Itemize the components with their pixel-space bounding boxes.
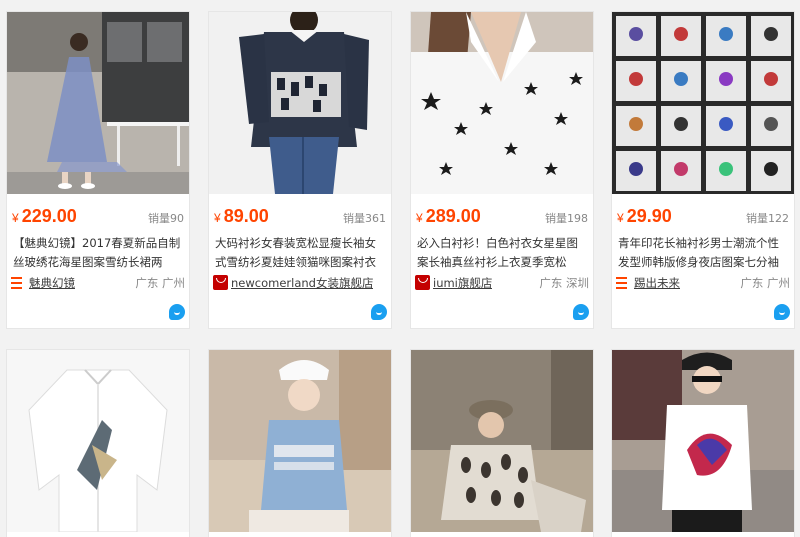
product-image-7[interactable] xyxy=(411,350,593,532)
shop-link[interactable]: iumi旗舰店 xyxy=(433,275,492,291)
wangwang-chat-icon[interactable] xyxy=(774,304,790,320)
product-title[interactable]: 必入白衬衫！白色衬衣女星星图案长袖真丝衬衫上衣夏季宽松 xyxy=(417,234,589,272)
shop-location: 广东 广州 xyxy=(740,276,790,290)
product-photo-white-shirt xyxy=(7,350,189,532)
product-card-5[interactable] xyxy=(6,349,190,537)
product-image-4[interactable] xyxy=(612,12,794,194)
sales-count: 销量198 xyxy=(545,212,588,225)
shop-location: 广东 广州 xyxy=(135,276,185,290)
shop-link[interactable]: 魅典幻镜 xyxy=(29,275,75,291)
product-title[interactable]: 青年印花长袖衬衫男士潮流个性发型师韩版修身夜店图案七分袖 xyxy=(618,234,790,272)
sales-count: 销量122 xyxy=(746,212,789,225)
product-image-2[interactable] xyxy=(209,12,391,194)
product-photo-denim-top xyxy=(209,350,391,532)
product-card-3[interactable]: ¥289.00 销量198 必入白衬衫！白色衬衣女星星图案长袖真丝衬衫上衣夏季宽… xyxy=(410,11,594,329)
price: ¥89.00 xyxy=(214,206,269,226)
product-title[interactable]: 大码衬衫女春装宽松显瘦长袖女式雪纺衫夏娃娃领猫咪图案衬衣 xyxy=(215,234,387,272)
product-card-1[interactable]: ¥229.00 销量90 【魅典幻镜】2017春夏新品自制丝玻绣花海星图案雪纺长… xyxy=(6,11,190,329)
product-image-1[interactable] xyxy=(7,12,189,194)
shop-link[interactable]: newcomerland女装旗舰店 xyxy=(231,275,373,291)
product-photo-patterned-shirt xyxy=(411,350,593,532)
sales-count: 销量361 xyxy=(343,212,386,225)
taobao-shop-icon xyxy=(11,277,22,289)
product-card-6[interactable] xyxy=(208,349,392,537)
product-photo-blouse xyxy=(209,12,391,194)
shop-location: 广东 深圳 xyxy=(539,276,589,290)
product-card-4[interactable]: ¥29.90 销量122 青年印花长袖衬衫男士潮流个性发型师韩版修身夜店图案七分… xyxy=(611,11,795,329)
wangwang-chat-icon[interactable] xyxy=(371,304,387,320)
shop-link[interactable]: 踢出未来 xyxy=(634,275,680,291)
product-card-2[interactable]: ¥89.00 销量361 大码衬衫女春装宽松显瘦长袖女式雪纺衫夏娃娃领猫咪图案衬… xyxy=(208,11,392,329)
tmall-shop-icon xyxy=(213,275,228,290)
product-photo-dress xyxy=(7,12,189,194)
product-card-7[interactable] xyxy=(410,349,594,537)
product-title[interactable]: 【魅典幻镜】2017春夏新品自制丝玻绣花海星图案雪纺长裙两 xyxy=(13,234,185,272)
product-photo-print-tee xyxy=(612,350,794,532)
price: ¥29.90 xyxy=(617,206,672,226)
price: ¥229.00 xyxy=(12,206,77,226)
sales-count: 销量90 xyxy=(148,212,184,225)
wangwang-chat-icon[interactable] xyxy=(573,304,589,320)
product-image-3[interactable] xyxy=(411,12,593,194)
taobao-shop-icon xyxy=(616,277,627,289)
tmall-shop-icon xyxy=(415,275,430,290)
product-photo-print-shirts-grid xyxy=(612,12,794,194)
product-image-8[interactable] xyxy=(612,350,794,532)
product-photo-star-shirt xyxy=(411,12,593,194)
product-image-5[interactable] xyxy=(7,350,189,532)
product-image-6[interactable] xyxy=(209,350,391,532)
product-card-8[interactable] xyxy=(611,349,795,537)
wangwang-chat-icon[interactable] xyxy=(169,304,185,320)
price: ¥289.00 xyxy=(416,206,481,226)
